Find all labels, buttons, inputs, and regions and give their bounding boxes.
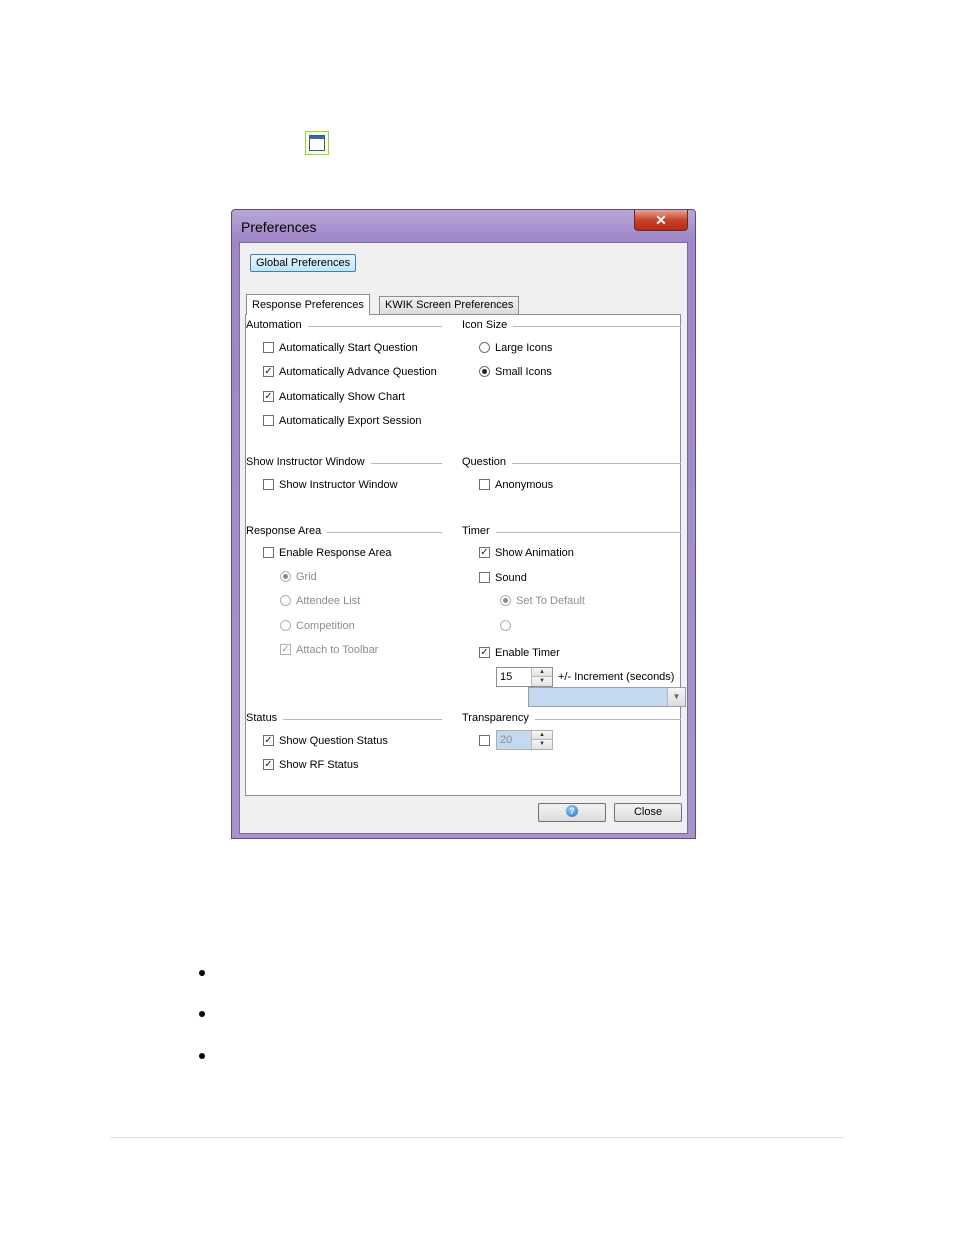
section-show-instructor-window: Show Instructor Window xyxy=(246,456,442,470)
transparency-spinner[interactable]: 20 ▲ ▼ xyxy=(496,730,553,750)
large-icons-radio[interactable]: Large Icons xyxy=(479,341,552,355)
checkbox-checked-icon: ✓ xyxy=(263,365,274,377)
checkbox-checked-icon: ✓ xyxy=(263,734,274,746)
show-animation-checkbox[interactable]: ✓ Show Animation xyxy=(479,546,574,560)
competition-radio[interactable]: Competition xyxy=(280,619,355,633)
checkbox-icon xyxy=(479,478,490,490)
bullet-point xyxy=(199,1053,205,1059)
sound-checkbox[interactable]: Sound xyxy=(479,571,527,585)
section-automation: Automation xyxy=(246,319,442,333)
enable-timer-checkbox[interactable]: ✓ Enable Timer xyxy=(479,646,560,660)
close-window-button[interactable]: ✕ xyxy=(634,210,688,231)
show-question-status-checkbox[interactable]: ✓ Show Question Status xyxy=(263,734,388,748)
section-response-area: Response Area xyxy=(246,525,442,539)
auto-start-question-checkbox[interactable]: Automatically Start Question xyxy=(263,341,418,355)
checkbox-checked-icon: ✓ xyxy=(263,758,274,770)
radio-icon xyxy=(479,341,490,353)
help-icon: ? xyxy=(566,805,578,818)
increment-label: +/- Increment (seconds) xyxy=(558,671,675,683)
section-transparency: Transparency xyxy=(462,712,681,726)
checkbox-icon xyxy=(263,414,274,426)
spin-up-icon[interactable]: ▲ xyxy=(532,731,552,740)
transparency-value: 20 xyxy=(500,734,513,746)
checkbox-icon xyxy=(263,478,274,490)
show-instructor-window-checkbox[interactable]: Show Instructor Window xyxy=(263,478,398,492)
checkbox-icon xyxy=(263,546,274,558)
window-check-icon xyxy=(309,135,325,151)
set-to-default-radio[interactable]: Set To Default xyxy=(500,594,585,608)
checkbox-checked-icon: ✓ xyxy=(263,390,274,402)
global-preferences-button[interactable]: Global Preferences xyxy=(250,254,357,272)
response-preferences-panel: Automation Icon Size Automatically Start… xyxy=(245,314,686,796)
section-timer: Timer xyxy=(462,525,681,539)
radio-icon xyxy=(280,619,291,631)
radio-selected-icon xyxy=(500,594,511,606)
attendee-list-radio[interactable]: Attendee List xyxy=(280,594,360,608)
spin-up-icon[interactable]: ▲ xyxy=(532,668,552,677)
radio-selected-icon xyxy=(280,570,291,582)
section-status: Status xyxy=(246,712,442,726)
checkbox-icon xyxy=(479,734,490,746)
anonymous-checkbox[interactable]: Anonymous xyxy=(479,478,553,492)
radio-icon xyxy=(280,594,291,606)
checkbox-checked-icon: ✓ xyxy=(479,646,490,658)
grid-radio[interactable]: Grid xyxy=(280,570,317,584)
preferences-toolbar-icon xyxy=(305,131,329,155)
spin-down-icon[interactable]: ▼ xyxy=(532,677,552,686)
attach-to-toolbar-checkbox[interactable]: ✓ Attach to Toolbar xyxy=(280,643,378,657)
sound-select[interactable]: ▼ xyxy=(528,687,686,707)
transparency-checkbox[interactable] xyxy=(479,734,495,748)
bullet-point xyxy=(199,1011,205,1017)
checkbox-icon xyxy=(263,341,274,353)
spin-down-icon[interactable]: ▼ xyxy=(532,740,552,749)
chevron-down-icon: ▼ xyxy=(667,688,685,706)
small-icons-radio[interactable]: Small Icons xyxy=(479,365,552,379)
auto-show-chart-checkbox[interactable]: ✓ Automatically Show Chart xyxy=(263,390,405,404)
enable-response-area-checkbox[interactable]: Enable Response Area xyxy=(263,546,392,560)
section-question: Question xyxy=(462,456,681,470)
help-button[interactable]: ? xyxy=(538,803,606,822)
timer-increment-spinner[interactable]: 15 ▲ ▼ xyxy=(496,667,553,687)
auto-export-session-checkbox[interactable]: Automatically Export Session xyxy=(263,414,421,428)
auto-advance-question-checkbox[interactable]: ✓ Automatically Advance Question xyxy=(263,365,437,379)
page-divider xyxy=(110,1137,844,1138)
tab-kwik-screen-preferences[interactable]: KWIK Screen Preferences xyxy=(379,296,520,314)
checkbox-checked-icon: ✓ xyxy=(280,643,291,655)
tab-response-preferences[interactable]: Response Preferences xyxy=(246,294,370,315)
timer-increment-value: 15 xyxy=(500,671,513,683)
custom-sound-radio[interactable] xyxy=(500,619,516,633)
close-button[interactable]: Close xyxy=(614,803,682,822)
radio-icon xyxy=(500,619,511,631)
title-bar[interactable]: Preferences ✕ xyxy=(232,210,695,242)
window-title: Preferences xyxy=(241,219,317,235)
preferences-window: Preferences ✕ Global Preferences Respons… xyxy=(231,209,696,839)
window-client: Global Preferences Response Preferences … xyxy=(239,242,688,834)
show-rf-status-checkbox[interactable]: ✓ Show RF Status xyxy=(263,758,358,772)
checkbox-icon xyxy=(479,571,490,583)
bullet-point xyxy=(199,970,205,976)
radio-selected-icon xyxy=(479,365,490,377)
checkbox-checked-icon: ✓ xyxy=(479,546,490,558)
section-icon-size: Icon Size xyxy=(462,319,681,333)
